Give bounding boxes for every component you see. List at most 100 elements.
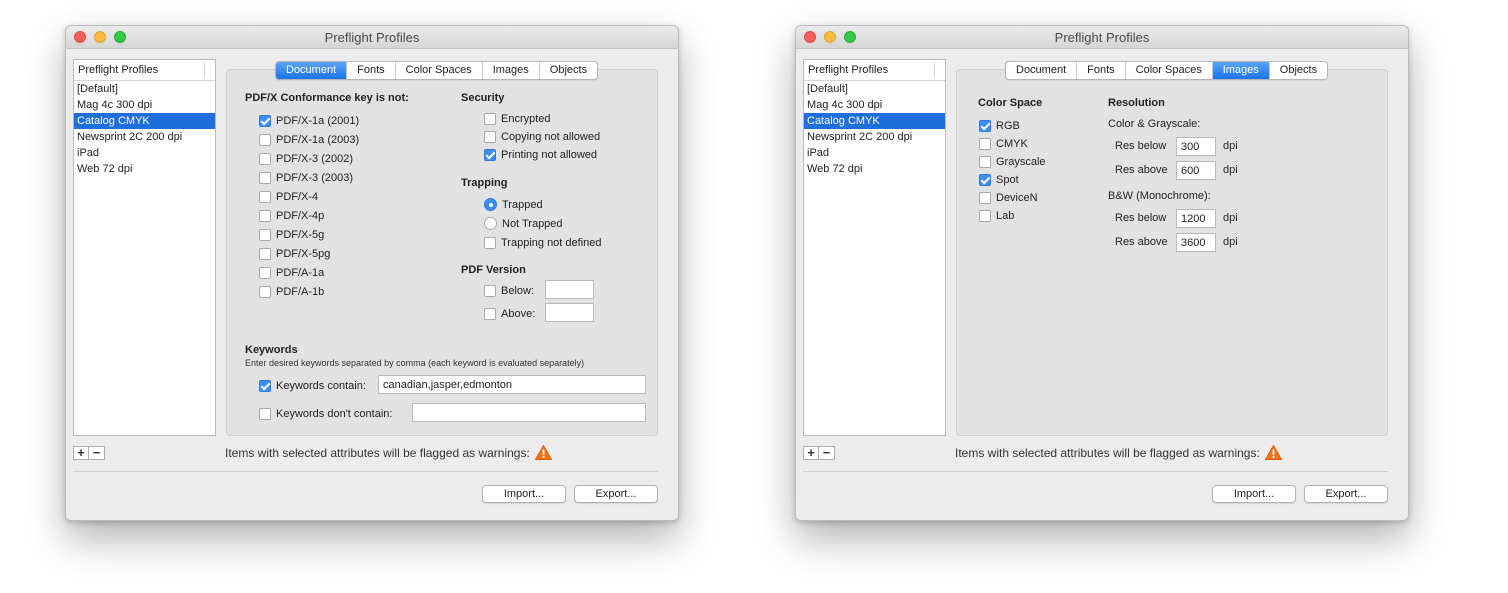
checkbox-icon[interactable] [979,155,991,168]
tab-fonts[interactable]: Fonts [347,62,396,79]
profile-ipad[interactable]: iPad [804,145,945,161]
profiles-list[interactable]: Preflight Profiles [Default] Mag 4c 300 … [803,59,946,436]
profile-newsprint-2c[interactable]: Newsprint 2C 200 dpi [74,129,215,145]
conformance-option[interactable]: PDF/X-3 (2003) [259,170,353,185]
checkbox-icon[interactable] [259,266,271,279]
conformance-option[interactable]: PDF/X-5pg [259,246,330,261]
checkbox-icon[interactable] [979,173,991,186]
checkbox-icon[interactable] [259,228,271,241]
profiles-list[interactable]: Preflight Profiles [Default] Mag 4c 300 … [73,59,216,436]
profile-web-72[interactable]: Web 72 dpi [74,161,215,177]
radio-button-icon[interactable] [484,198,497,211]
checkbox-icon[interactable] [259,133,271,146]
pdf-version-below-field[interactable] [545,280,594,299]
checkbox-icon[interactable] [979,191,991,204]
pdf-version-below[interactable]: Below: [484,283,534,298]
keywords-not-contain-field[interactable] [412,403,646,422]
checkbox-icon[interactable] [979,209,991,222]
profile-catalog-cmyk[interactable]: Catalog CMYK [74,113,215,129]
tab-document[interactable]: Document [1006,62,1078,79]
remove-profile-button[interactable]: − [89,446,105,460]
profile-default[interactable]: [Default] [74,81,215,97]
import-button[interactable]: Import... [482,485,566,503]
checkbox-icon[interactable] [259,209,271,222]
profile-mag-4c-300[interactable]: Mag 4c 300 dpi [74,97,215,113]
bw-res-below-field[interactable] [1176,209,1216,228]
checkbox-icon[interactable] [484,130,496,143]
checkbox-icon[interactable] [259,171,271,184]
export-button[interactable]: Export... [574,485,658,503]
color-space-option[interactable]: Grayscale [979,154,1046,169]
tab-objects[interactable]: Objects [540,62,597,79]
checkbox-icon[interactable] [484,284,496,297]
checkbox-icon[interactable] [484,236,496,249]
checkbox-icon[interactable] [259,285,271,298]
trapping-trapped[interactable]: Trapped [484,197,543,212]
conformance-option[interactable]: PDF/X-4p [259,208,324,223]
color-space-option[interactable]: Lab [979,208,1014,223]
conformance-option[interactable]: PDF/A-1b [259,284,324,299]
checkbox-icon[interactable] [484,307,496,320]
tab-fonts[interactable]: Fonts [1077,62,1126,79]
pdf-version-above[interactable]: Above: [484,306,535,321]
color-space-option[interactable]: CMYK [979,136,1028,151]
checkbox-icon[interactable] [979,119,991,132]
checkbox-icon[interactable] [259,190,271,203]
tab-color-spaces[interactable]: Color Spaces [1126,62,1213,79]
remove-profile-button[interactable]: − [819,446,835,460]
conformance-option[interactable]: PDF/X-3 (2002) [259,151,353,166]
option-label: Above: [501,307,536,320]
security-option[interactable]: Copying not allowed [484,129,600,144]
profile-newsprint-2c[interactable]: Newsprint 2C 200 dpi [804,129,945,145]
bw-res-above-field[interactable] [1176,233,1216,252]
radio-button-icon[interactable] [484,217,497,230]
keywords-not-contain[interactable]: Keywords don't contain: [259,406,392,421]
conformance-option[interactable]: PDF/A-1a [259,265,324,280]
checkbox-icon[interactable] [259,379,271,392]
cg-res-above-field[interactable] [1176,161,1216,180]
conformance-option[interactable]: PDF/X-1a (2003) [259,132,359,147]
profile-web-72[interactable]: Web 72 dpi [804,161,945,177]
color-space-option[interactable]: Spot [979,172,1019,187]
tab-document[interactable]: Document [276,62,348,79]
conformance-heading: PDF/X Conformance key is not: [245,92,409,104]
trapping-not-trapped[interactable]: Not Trapped [484,216,563,231]
checkbox-icon[interactable] [484,112,496,125]
checkbox-icon[interactable] [259,114,271,127]
add-profile-button[interactable]: + [803,446,819,460]
conformance-option[interactable]: PDF/X-1a (2001) [259,113,359,128]
color-space-option[interactable]: RGB [979,118,1020,133]
keywords-contain-field[interactable] [378,375,646,394]
trapping-not-defined[interactable]: Trapping not defined [484,235,602,250]
checkbox-icon[interactable] [484,148,496,161]
checkbox-icon[interactable] [259,152,271,165]
profiles-header-label: Preflight Profiles [808,64,889,76]
conformance-option[interactable]: PDF/X-5g [259,227,324,242]
warning-message: Items with selected attributes will be f… [955,446,1260,460]
tab-images[interactable]: Images [483,62,540,79]
conformance-option[interactable]: PDF/X-4 [259,189,318,204]
tab-color-spaces[interactable]: Color Spaces [396,62,483,79]
security-option[interactable]: Printing not allowed [484,147,597,162]
export-button[interactable]: Export... [1304,485,1388,503]
keywords-contain[interactable]: Keywords contain: [259,378,366,393]
titlebar[interactable]: Preflight Profiles [796,26,1408,49]
profile-mag-4c-300[interactable]: Mag 4c 300 dpi [804,97,945,113]
option-label: Printing not allowed [501,148,598,161]
checkbox-icon[interactable] [979,137,991,150]
color-space-option[interactable]: DeviceN [979,190,1038,205]
tab-images[interactable]: Images [1212,62,1270,79]
add-profile-button[interactable]: + [73,446,89,460]
titlebar[interactable]: Preflight Profiles [66,26,678,49]
profile-catalog-cmyk[interactable]: Catalog CMYK [804,113,945,129]
cg-res-below-field[interactable] [1176,137,1216,156]
security-option[interactable]: Encrypted [484,111,551,126]
tab-objects[interactable]: Objects [1270,62,1327,79]
add-remove-controls: + − [73,446,107,460]
profile-default[interactable]: [Default] [804,81,945,97]
profile-ipad[interactable]: iPad [74,145,215,161]
checkbox-icon[interactable] [259,407,271,420]
pdf-version-above-field[interactable] [545,303,594,322]
import-button[interactable]: Import... [1212,485,1296,503]
checkbox-icon[interactable] [259,247,271,260]
